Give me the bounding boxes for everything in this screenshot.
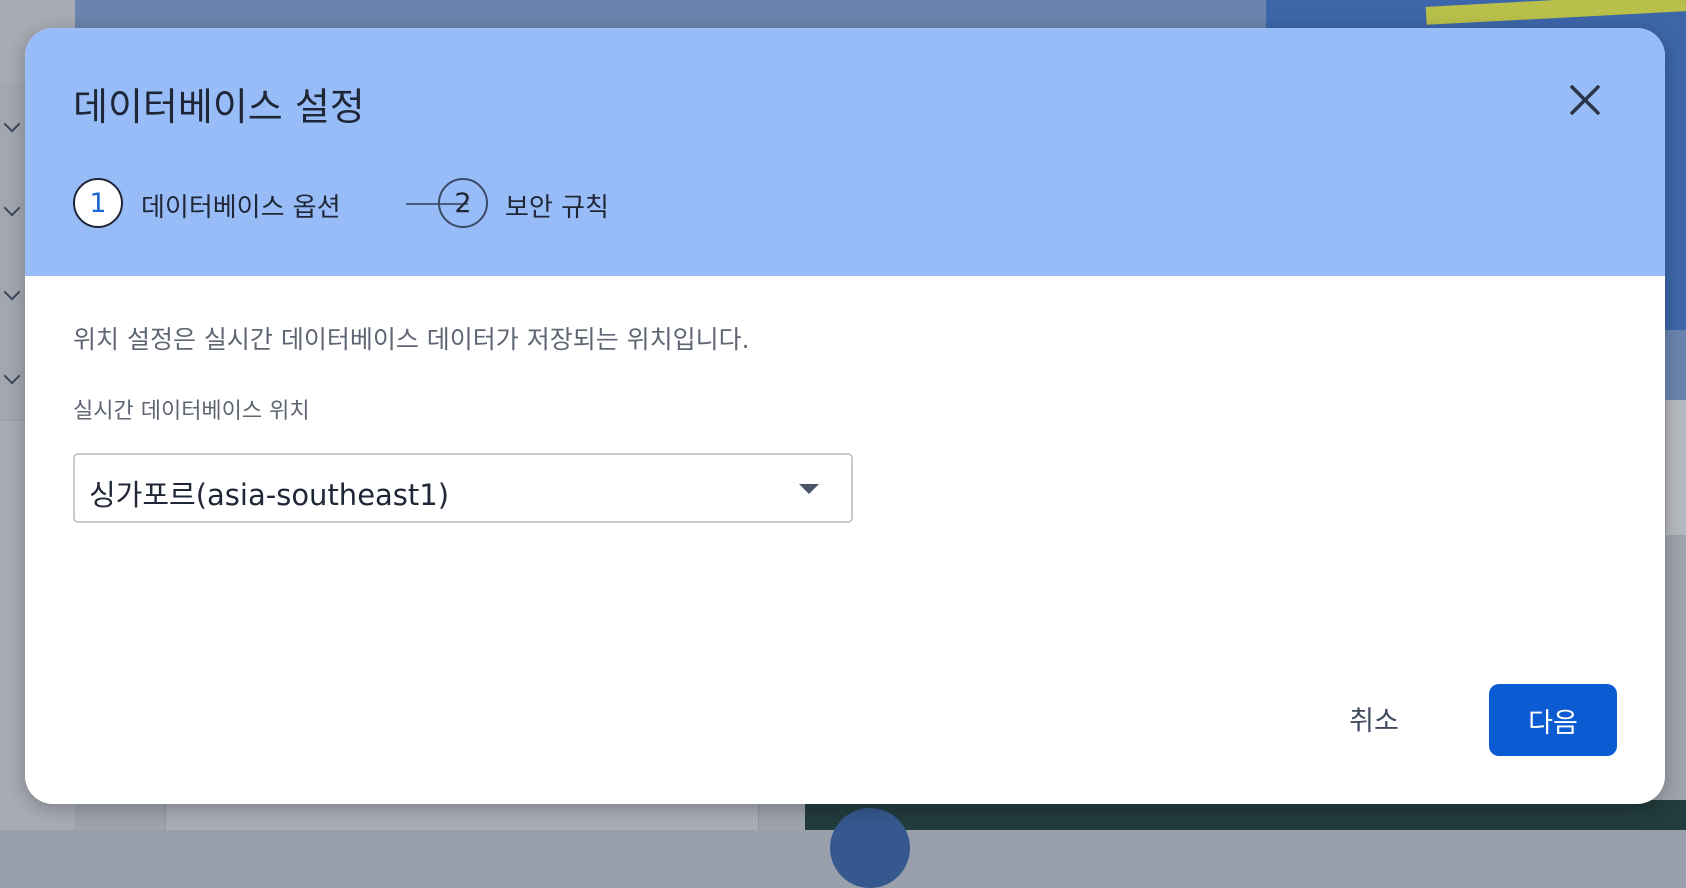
chevron-down-icon xyxy=(3,283,21,301)
background-panel xyxy=(1666,400,1686,535)
step-2-number: 2 xyxy=(438,178,488,228)
dialog-header: 데이터베이스 설정 1 데이터베이스 옵션 2 보안 규칙 xyxy=(25,28,1665,276)
database-setup-dialog: 데이터베이스 설정 1 데이터베이스 옵션 2 보안 규칙 위치 설정은 실시간… xyxy=(25,28,1665,804)
step-2-label: 보안 규칙 xyxy=(505,193,609,223)
dialog-title: 데이터베이스 설정 xyxy=(73,85,365,129)
chevron-down-icon xyxy=(3,199,21,217)
dropdown-arrow-icon xyxy=(799,484,819,494)
next-button[interactable]: 다음 xyxy=(1489,684,1617,756)
location-select[interactable]: 싱가포르(asia-southeast1) xyxy=(73,453,853,523)
close-button[interactable] xyxy=(1565,80,1605,120)
background-dark-panel xyxy=(805,800,1686,888)
location-select-value: 싱가포르(asia-southeast1) xyxy=(89,478,450,512)
chevron-down-icon xyxy=(3,115,21,133)
location-description: 위치 설정은 실시간 데이터베이스 데이터가 저장되는 위치입니다. xyxy=(73,325,750,354)
step-1-label: 데이터베이스 옵션 xyxy=(141,193,341,223)
cancel-button[interactable]: 취소 xyxy=(1325,683,1423,753)
location-field-label: 실시간 데이터베이스 위치 xyxy=(73,399,310,424)
step-1-number: 1 xyxy=(73,178,123,228)
chevron-down-icon xyxy=(3,367,21,385)
close-icon xyxy=(1570,85,1600,115)
background-avatar xyxy=(830,808,910,888)
